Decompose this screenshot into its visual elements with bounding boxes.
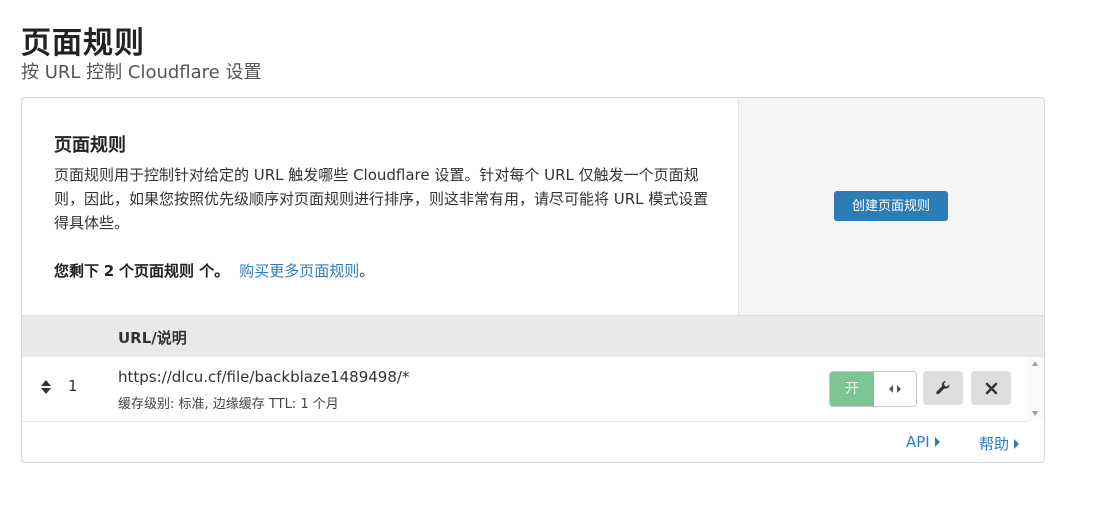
help-link[interactable]: 帮助: [979, 433, 1020, 454]
close-icon: [985, 378, 998, 398]
section-description: 页面规则用于控制针对给定的 URL 触发哪些 Cloudflare 设置。针对每…: [54, 166, 709, 232]
table-header: URL/说明: [22, 315, 1044, 357]
actions-panel: 创建页面规则: [738, 98, 1044, 315]
left-right-arrows-icon: [874, 372, 916, 406]
info-panel: 页面规则 页面规则用于控制针对给定的 URL 触发哪些 Cloudflare 设…: [22, 98, 738, 315]
remaining-rules-text: 您剩下 2 个页面规则 个。 购买更多页面规则。: [54, 260, 374, 281]
page-rules-card: 页面规则 页面规则用于控制针对给定的 URL 触发哪些 Cloudflare 设…: [21, 97, 1045, 463]
table-row: 1 https://dlcu.cf/file/backblaze1489498/…: [22, 357, 1027, 422]
api-link-label: API: [906, 433, 930, 451]
buy-more-end: 。: [359, 262, 375, 280]
buy-more-link[interactable]: 购买更多页面规则: [239, 262, 359, 280]
caret-right-icon: [934, 437, 940, 447]
rule-priority-number: 1: [68, 377, 78, 395]
scrollbar[interactable]: [1027, 357, 1044, 421]
scroll-down-arrow-icon[interactable]: [1032, 411, 1038, 416]
rule-description: 缓存级别: 标准, 边缘缓存 TTL: 1 个月: [118, 397, 339, 412]
footer-links: API 帮助: [22, 422, 1044, 462]
rule-enabled-toggle[interactable]: 开: [829, 371, 917, 407]
create-page-rule-button[interactable]: 创建页面规则: [834, 191, 948, 221]
remaining-prefix: 您剩下: [54, 262, 100, 280]
column-header-url: URL/说明: [118, 329, 187, 347]
caret-right-icon: [1014, 439, 1020, 449]
delete-rule-button[interactable]: [971, 371, 1011, 405]
rule-url: https://dlcu.cf/file/backblaze1489498/*: [118, 368, 410, 386]
remaining-suffix: 个页面规则 个。: [119, 262, 230, 280]
help-link-label: 帮助: [979, 435, 1010, 453]
toggle-on-label: 开: [830, 372, 874, 406]
page-title: 页面规则: [21, 26, 145, 61]
edit-rule-button[interactable]: [923, 371, 963, 405]
wrench-icon: [935, 378, 951, 398]
api-link[interactable]: API: [906, 433, 940, 451]
sort-arrows-icon[interactable]: [40, 379, 52, 395]
card-top: 页面规则 页面规则用于控制针对给定的 URL 触发哪些 Cloudflare 设…: [22, 98, 1044, 315]
remaining-count: 2: [103, 262, 115, 280]
scroll-up-arrow-icon[interactable]: [1032, 361, 1038, 366]
page-subtitle: 按 URL 控制 Cloudflare 设置: [21, 62, 262, 83]
section-title: 页面规则: [54, 135, 126, 156]
